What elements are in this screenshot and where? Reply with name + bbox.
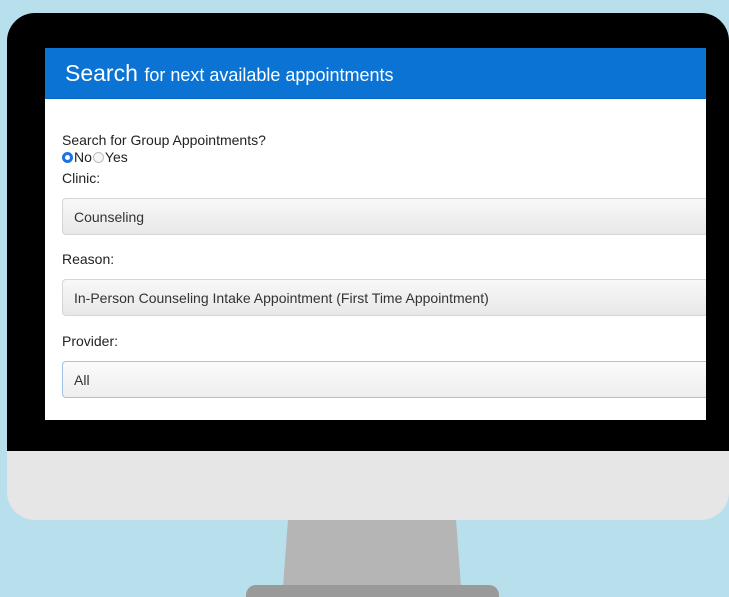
reason-label: Reason:	[62, 251, 115, 267]
monitor-screen: Search for next available appointments S…	[45, 48, 706, 420]
radio-yes[interactable]	[92, 151, 104, 163]
search-header-subtitle: for next available appointments	[144, 65, 394, 85]
radio-yes-label[interactable]: Yes	[105, 149, 128, 165]
clinic-select[interactable]: Counseling	[62, 198, 706, 235]
radio-no-label[interactable]: No	[74, 149, 92, 165]
radio-no[interactable]	[62, 151, 73, 163]
provider-select-value: All	[74, 372, 90, 388]
monitor-stand-base	[246, 585, 499, 597]
reason-select[interactable]: In-Person Counseling Intake Appointment …	[62, 279, 706, 316]
provider-label: Provider:	[62, 333, 119, 349]
provider-select[interactable]: All	[62, 361, 706, 398]
clinic-select-value: Counseling	[74, 209, 145, 225]
reason-select-value: In-Person Counseling Intake Appointment …	[74, 290, 489, 306]
group-appointments-label: Search for Group Appointments?	[62, 132, 266, 148]
search-form: Search for Group Appointments? No Yes Cl…	[45, 132, 706, 398]
group-appointments-radio-group: No Yes	[62, 149, 706, 165]
search-header: Search for next available appointments	[45, 48, 706, 99]
monitor-bezel: Search for next available appointments S…	[7, 13, 729, 451]
monitor-stand-neck	[283, 515, 461, 587]
clinic-label: Clinic:	[62, 170, 101, 186]
search-header-title: Search	[65, 60, 138, 86]
monitor: Search for next available appointments S…	[7, 13, 729, 520]
